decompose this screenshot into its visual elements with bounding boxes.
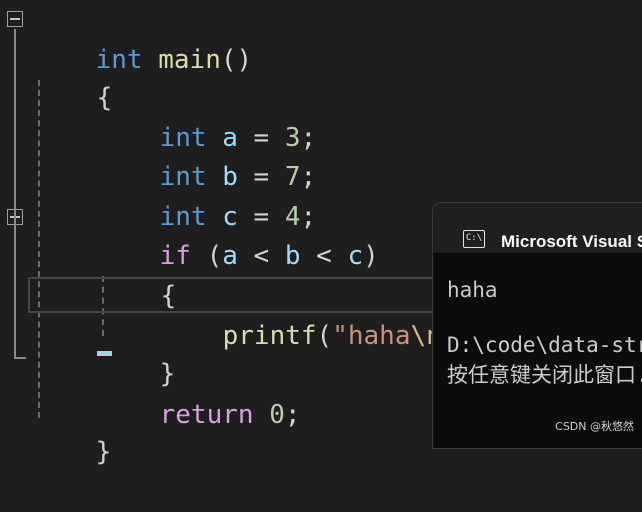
function-name-main: main: [158, 45, 221, 75]
code-line-6[interactable]: if (a < b < c): [97, 196, 379, 271]
code-line-4[interactable]: int b = 7;: [97, 117, 317, 192]
code-line-11[interactable]: }: [33, 392, 112, 467]
parens: (): [220, 45, 253, 75]
variable-b: b: [284, 241, 301, 271]
console-title: Microsoft Visual Studio 调试控制台: [501, 232, 642, 251]
console-output-line-1: haha: [447, 278, 498, 302]
code-line-1[interactable]: int main(): [33, 0, 253, 75]
code-line-3[interactable]: int a = 3;: [97, 78, 317, 153]
code-line-5[interactable]: int c = 4;: [97, 157, 317, 232]
console-titlebar[interactable]: C:\ Microsoft Visual Studio 调试控制台: [433, 203, 642, 253]
console-output-path: D:\code\data-structure\x64\Debug\test.ex…: [447, 333, 642, 357]
variable-a: a: [222, 241, 238, 271]
watermark: CSDN @秋悠然: [555, 420, 634, 433]
keyword-return: return: [159, 400, 254, 430]
code-line-10[interactable]: return 0;: [97, 355, 301, 430]
code-line-9[interactable]: }: [97, 314, 176, 389]
main-scope-line: [14, 29, 16, 359]
close-brace: }: [95, 437, 112, 467]
main-scope-end-tick: [14, 357, 26, 359]
function-name-printf: printf: [222, 321, 317, 351]
code-line-7[interactable]: {: [98, 236, 177, 311]
open-paren: (: [316, 321, 333, 351]
console-app-icon: C:\: [463, 230, 485, 248]
collapse-main-icon[interactable]: [7, 11, 23, 27]
close-paren: ): [363, 241, 379, 271]
semicolon: ;: [284, 400, 301, 430]
operator-less: <: [300, 241, 348, 271]
console-output-prompt: 按任意键关闭此窗口. . .: [447, 363, 642, 387]
open-paren: (: [190, 241, 223, 271]
variable-c: c: [347, 241, 364, 271]
operator-less: <: [237, 241, 285, 271]
string-literal: "haha: [332, 321, 411, 351]
code-line-2[interactable]: {: [34, 38, 113, 113]
number-literal: 0: [269, 400, 285, 430]
debug-console-window[interactable]: C:\ Microsoft Visual Studio 调试控制台 haha D…: [432, 202, 642, 449]
